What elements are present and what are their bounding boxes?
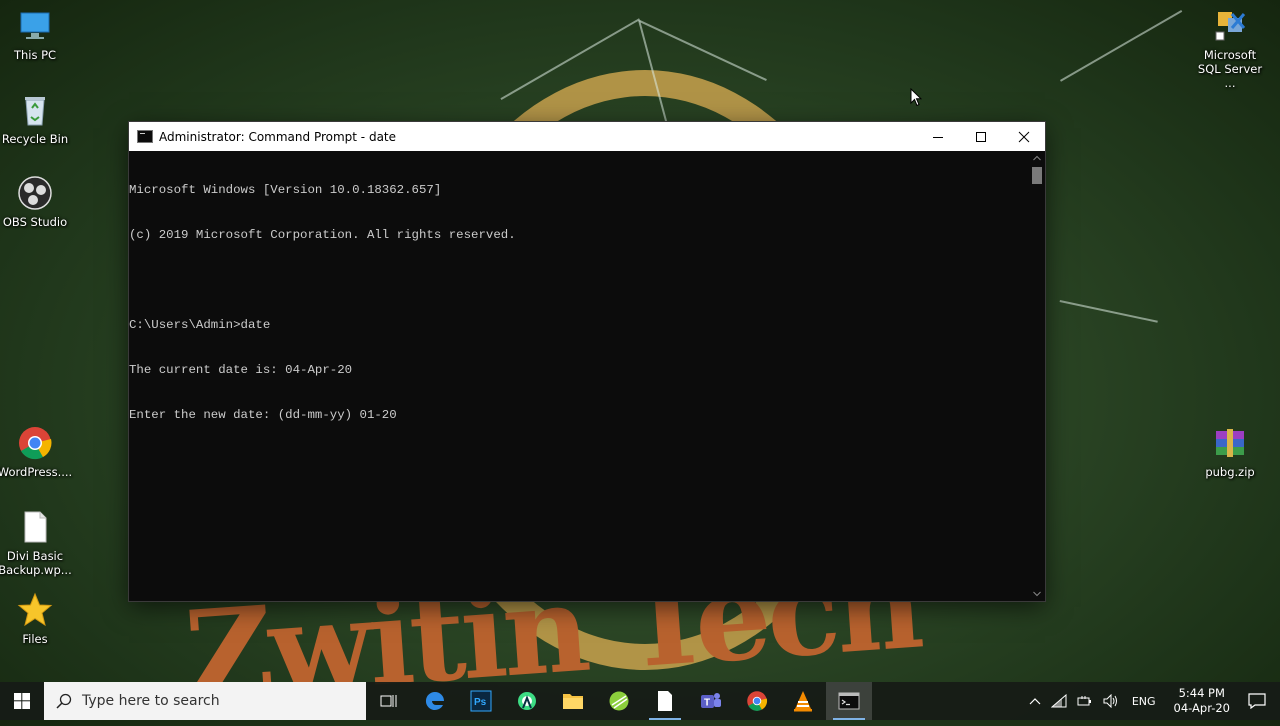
obs-icon [17,175,53,211]
power-button[interactable] [1072,682,1098,720]
taskbar-command-prompt[interactable] [826,682,872,720]
windows-logo-icon [14,693,30,709]
taskbar-search-box[interactable]: Type here to search [44,682,366,720]
search-icon [56,693,72,709]
taskbar-greenshot[interactable] [596,682,642,720]
greenshot-icon [609,691,629,711]
desktop-icon-divi-backup[interactable]: Divi Basic Backup.wp... [0,509,73,577]
notification-icon [1248,693,1266,709]
desktop-icon-wordpress[interactable]: WordPress.... [0,425,73,479]
clock[interactable]: 5:44 PM 04-Apr-20 [1164,686,1240,716]
desktop-icon-sql-server[interactable]: Microsoft SQL Server ... [1192,8,1268,90]
console-input-line[interactable]: Enter the new date: (dd-mm-yy) 01-20 [129,408,1029,423]
taskbar-vlc[interactable] [780,682,826,720]
desktop-icon-obs-studio[interactable]: OBS Studio [0,175,73,229]
clock-time: 5:44 PM [1178,686,1225,700]
command-prompt-window[interactable]: Administrator: Command Prompt - date Mic… [129,122,1045,601]
console-line: (c) 2019 Microsoft Corporation. All righ… [129,228,516,242]
close-icon [1018,131,1029,142]
winrar-icon [1212,425,1248,461]
desktop-icon-recycle-bin[interactable]: Recycle Bin [0,92,73,146]
recycle-bin-icon [17,92,53,128]
folder-icon [563,694,583,709]
taskbar-notepad[interactable] [642,682,688,720]
mouse-pointer-icon [910,87,923,111]
star-icon [17,592,53,628]
this-pc-icon [17,8,53,44]
document-icon [658,691,672,711]
console-output[interactable]: Microsoft Windows [Version 10.0.18362.65… [129,151,1029,601]
wallpaper-crack [1059,300,1158,323]
svg-text:T: T [704,698,710,709]
volume-button[interactable] [1098,682,1124,720]
window-title: Administrator: Command Prompt - date [159,129,397,144]
wallpaper-crack [1060,10,1183,82]
task-view-icon [380,695,397,707]
chevron-up-icon [1033,155,1041,161]
sql-server-icon [1212,8,1248,44]
taskbar-file-explorer[interactable] [550,682,596,720]
chrome-icon [747,691,768,711]
network-button[interactable] [1046,682,1072,720]
input-language-indicator[interactable]: ENG [1124,682,1164,720]
system-tray: ENG 5:44 PM 04-Apr-20 [1024,682,1280,720]
console-scrollbar[interactable] [1029,151,1045,601]
chevron-up-icon [1029,698,1041,705]
speaker-icon [1103,694,1117,708]
teams-icon: T [701,693,721,709]
console-line: The current date is: 04-Apr-20 [129,363,353,377]
console-line: C:\Users\Admin>date [129,318,271,332]
desktop-icon-this-pc[interactable]: This PC [0,8,73,62]
chrome-icon [17,425,53,461]
minimize-icon [932,136,943,138]
android-studio-icon [518,692,536,710]
chevron-down-icon [1033,591,1041,597]
wifi-icon [1050,694,1067,708]
action-center-button[interactable] [1240,682,1280,720]
console-line: Microsoft Windows [Version 10.0.18362.65… [129,183,442,197]
clock-date: 04-Apr-20 [1173,701,1230,715]
svg-text:Ps: Ps [474,697,487,708]
close-button[interactable] [1002,122,1045,151]
search-placeholder: Type here to search [82,693,220,709]
desktop-icon-pubg-zip[interactable]: pubg.zip [1192,425,1268,479]
scroll-down-button[interactable] [1029,587,1045,601]
file-icon [17,509,53,545]
taskbar-chrome[interactable] [734,682,780,720]
taskbar-teams[interactable]: T [688,682,734,720]
taskbar-photoshop[interactable]: Ps [458,682,504,720]
desktop-icon-files[interactable]: Files [0,592,73,646]
cmd-icon [137,130,153,143]
maximize-icon [975,131,986,142]
scrollbar-thumb[interactable] [1032,167,1042,184]
taskbar: Type here to search Ps T ENG 5:44 PM 04-… [0,682,1280,720]
photoshop-icon: Ps [470,690,492,712]
cmd-icon [838,692,860,710]
task-view-button[interactable] [366,682,412,720]
window-titlebar[interactable]: Administrator: Command Prompt - date [129,122,1045,151]
taskbar-edge[interactable] [412,682,458,720]
scroll-up-button[interactable] [1029,151,1045,165]
vlc-icon [794,691,812,712]
minimize-button[interactable] [916,122,959,151]
maximize-button[interactable] [959,122,1002,151]
edge-icon [425,691,444,710]
show-hidden-icons-button[interactable] [1024,682,1046,720]
battery-plug-icon [1077,696,1091,706]
taskbar-android-studio[interactable] [504,682,550,720]
start-button[interactable] [0,682,44,720]
